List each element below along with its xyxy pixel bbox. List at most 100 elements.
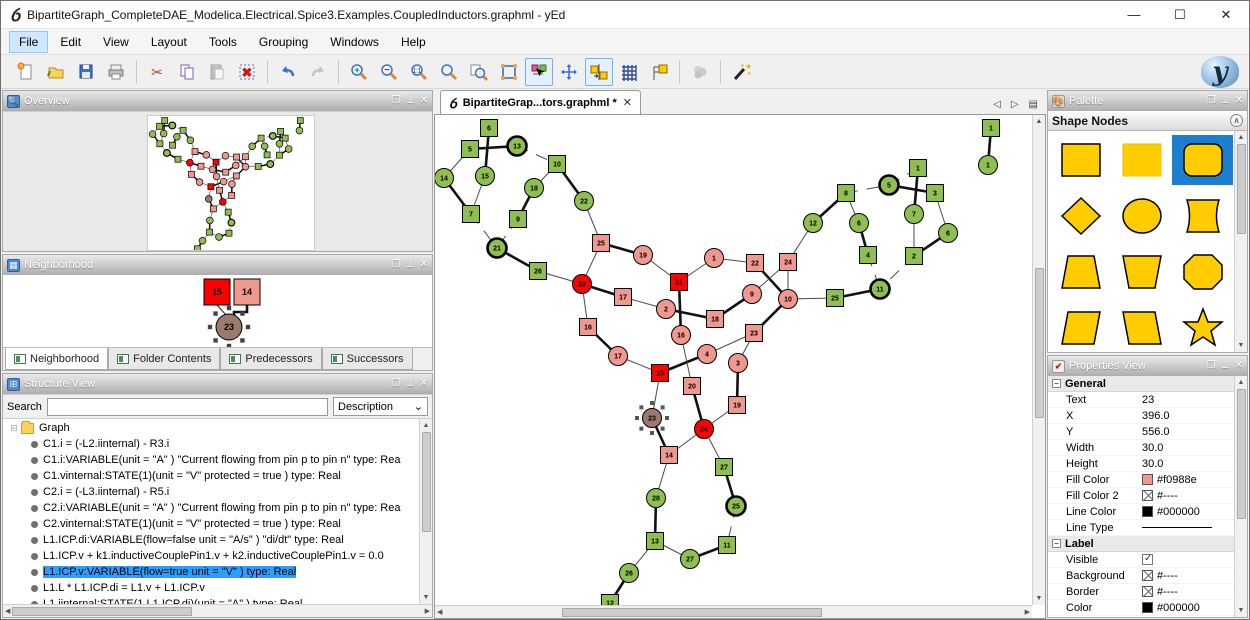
- property-line-color[interactable]: Line Color#000000: [1048, 504, 1247, 520]
- graph-node-2[interactable]: 2: [657, 300, 676, 319]
- float-icon[interactable]: ❐: [392, 379, 401, 389]
- graph-node-10[interactable]: 10: [549, 156, 566, 173]
- grid-button[interactable]: [615, 58, 643, 86]
- property-text[interactable]: Text23: [1048, 392, 1247, 408]
- menu-edit[interactable]: Edit: [50, 31, 91, 53]
- zoom-1-1-button[interactable]: 1:1: [405, 58, 433, 86]
- collapse-section-icon[interactable]: ∧: [1230, 114, 1243, 127]
- graph-node-18[interactable]: 18: [525, 179, 544, 198]
- menu-file[interactable]: File: [9, 31, 48, 53]
- shape-trapezoid-2[interactable]: [1111, 247, 1172, 297]
- open-button[interactable]: [42, 58, 70, 86]
- graph-node-13[interactable]: 13: [508, 137, 527, 156]
- close-icon[interactable]: ✕: [420, 379, 428, 389]
- graph-node-22[interactable]: 22: [747, 255, 764, 272]
- collapse-icon[interactable]: −: [1052, 539, 1061, 548]
- selection-handle[interactable]: [650, 431, 654, 435]
- graph-node-27[interactable]: 27: [681, 550, 700, 569]
- property-x[interactable]: X396.0: [1048, 408, 1247, 424]
- graph-node-6[interactable]: 6: [850, 214, 869, 233]
- graph-node-19[interactable]: 19: [634, 246, 653, 265]
- shape-parallelogram-2[interactable]: [1111, 303, 1172, 352]
- graph-node-8[interactable]: 8: [838, 185, 855, 202]
- graph-node-4[interactable]: 4: [698, 345, 717, 364]
- graph-node-20[interactable]: 20: [573, 275, 592, 294]
- print-button[interactable]: [102, 58, 130, 86]
- graph-node-6[interactable]: 6: [939, 224, 958, 243]
- properties-section-general[interactable]: −General: [1048, 376, 1247, 392]
- zoom-in-button[interactable]: +: [345, 58, 373, 86]
- graph-node-25[interactable]: 25: [593, 235, 610, 252]
- graph-node-25[interactable]: 25: [827, 290, 844, 307]
- close-icon[interactable]: ✕: [420, 260, 428, 270]
- overview-header[interactable]: 🔍 Overview ❐⊥✕: [3, 91, 432, 111]
- zoom-area-button[interactable]: [465, 58, 493, 86]
- graph-node-26[interactable]: 26: [620, 564, 639, 583]
- tree-item[interactable]: C2.i:VARIABLE(unit = "A" ) "Current flow…: [3, 500, 432, 516]
- tree-item[interactable]: L1.L * L1.ICP.di = L1.v + L1.ICP.v: [3, 580, 432, 596]
- graph-node-7[interactable]: 7: [905, 205, 924, 224]
- overview-body[interactable]: [3, 111, 432, 251]
- graph-node-28[interactable]: 28: [647, 489, 666, 508]
- graph-node-7[interactable]: 7: [463, 206, 480, 223]
- edge-label-button[interactable]: [645, 58, 673, 86]
- tab-prev-icon[interactable]: ◁: [993, 99, 1001, 110]
- structure-vscrollbar[interactable]: ▲▼: [419, 419, 432, 604]
- property-y[interactable]: Y556.0: [1048, 424, 1247, 440]
- properties-header[interactable]: ✔ Properties View ❐⊥✕: [1048, 356, 1247, 376]
- graph-node-23[interactable]: 23: [635, 401, 669, 435]
- menu-layout[interactable]: Layout: [141, 31, 197, 53]
- edit-mode-button[interactable]: [525, 58, 553, 86]
- selection-handle[interactable]: [639, 427, 643, 431]
- selection-handle[interactable]: [661, 405, 665, 409]
- graph-node-19[interactable]: 19: [729, 397, 746, 414]
- tree-item[interactable]: C2.vinternal:STATE(1)(unit = "V" protect…: [3, 516, 432, 532]
- undo-button[interactable]: [274, 58, 302, 86]
- pin-icon[interactable]: ⊥: [1221, 361, 1230, 371]
- navigate-mode-button[interactable]: [555, 58, 583, 86]
- menu-tools[interactable]: Tools: [199, 31, 247, 53]
- graph-canvas[interactable]: 6513101415182279212625192012117216161841…: [434, 115, 1046, 619]
- graph-node-22[interactable]: 22: [575, 192, 594, 211]
- graph-node-17[interactable]: 17: [615, 289, 632, 306]
- tree-item[interactable]: L1.ICP.di:VARIABLE(flow=false unit = "A/…: [3, 532, 432, 548]
- tab-neighborhood[interactable]: Neighborhood: [5, 348, 108, 370]
- description-dropdown[interactable]: Description⌄: [333, 397, 428, 416]
- selection-handle[interactable]: [635, 416, 639, 420]
- graph-node-25[interactable]: 25: [727, 497, 746, 516]
- property-fill-color[interactable]: Fill Color#f0988e: [1048, 472, 1247, 488]
- graph-node-20[interactable]: 20: [684, 378, 701, 395]
- property-background[interactable]: Background#----: [1048, 568, 1247, 584]
- graph-node-11[interactable]: 11: [871, 280, 890, 299]
- tab-next-icon[interactable]: ▷: [1011, 99, 1019, 110]
- snap-lines-button[interactable]: [585, 58, 613, 86]
- tree-item[interactable]: L1.ICP.v:VARIABLE(flow=true unit = "V" )…: [3, 564, 432, 580]
- property-color[interactable]: Color#000000: [1048, 600, 1247, 616]
- search-input[interactable]: [47, 398, 328, 416]
- selection-handle[interactable]: [661, 427, 665, 431]
- fit-content-button[interactable]: [495, 58, 523, 86]
- float-icon[interactable]: ❐: [392, 260, 401, 270]
- minimize-button[interactable]: —: [1111, 1, 1157, 29]
- maximize-button[interactable]: ☐: [1157, 1, 1203, 29]
- shape-ellipse[interactable]: [1111, 191, 1172, 241]
- graph-node-17[interactable]: 17: [609, 347, 628, 366]
- tab-predecessors[interactable]: Predecessors: [220, 348, 321, 370]
- graph-node-16[interactable]: 16: [580, 319, 597, 336]
- property-fill-color-2[interactable]: Fill Color 2#----: [1048, 488, 1247, 504]
- close-button[interactable]: ✕: [1203, 1, 1249, 29]
- document-tab[interactable]: ỽ BipartiteGrap...tors.graphml * ✕: [440, 90, 641, 114]
- graph-node-1[interactable]: 1: [705, 249, 724, 268]
- delete-button[interactable]: ✖: [233, 58, 261, 86]
- close-icon[interactable]: ✕: [1235, 96, 1243, 106]
- graph-node-13[interactable]: 13: [647, 533, 664, 550]
- graph-node-5[interactable]: 5: [880, 176, 899, 195]
- tab-close-icon[interactable]: ✕: [623, 96, 632, 109]
- graph-node-15[interactable]: 15: [476, 167, 495, 186]
- property-width[interactable]: Width30.0: [1048, 440, 1247, 456]
- shape-diamond[interactable]: [1050, 191, 1111, 241]
- shape-parallelogram[interactable]: [1050, 303, 1111, 352]
- palette-header[interactable]: 🎨 Palette ❐⊥✕: [1048, 91, 1247, 111]
- graph-node-14[interactable]: 14: [661, 447, 678, 464]
- tree-item[interactable]: C1.i = (-L2.iinternal) - R3.i: [3, 436, 432, 452]
